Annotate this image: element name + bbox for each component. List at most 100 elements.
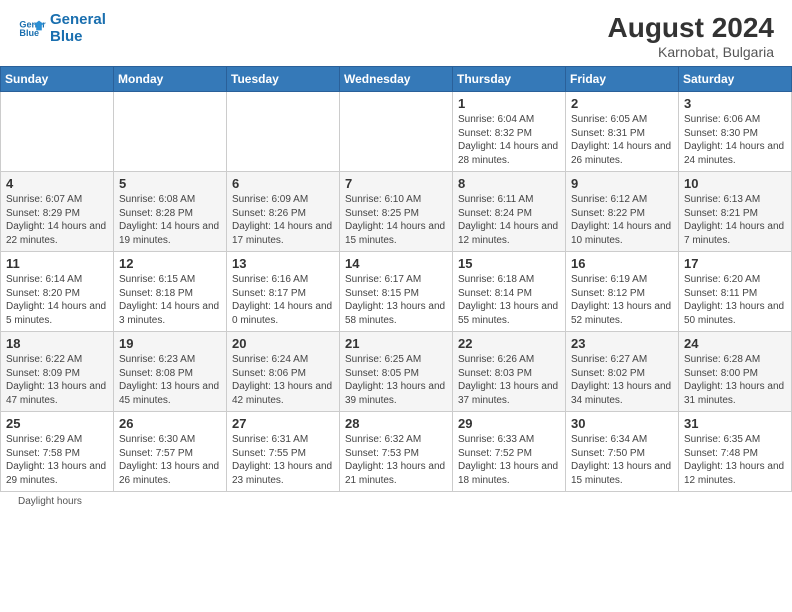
- calendar-week-row: 1 Sunrise: 6:04 AM Sunset: 8:32 PM Dayli…: [1, 92, 792, 172]
- day-of-week-header: Friday: [566, 67, 679, 92]
- calendar-day-cell: 20 Sunrise: 6:24 AM Sunset: 8:06 PM Dayl…: [227, 332, 340, 412]
- calendar-day-cell: 11 Sunrise: 6:14 AM Sunset: 8:20 PM Dayl…: [1, 252, 114, 332]
- sunset: Sunset: 8:31 PM: [571, 128, 645, 139]
- sunrise: Sunrise: 6:25 AM: [345, 354, 421, 365]
- day-info: Sunrise: 6:32 AM Sunset: 7:53 PM Dayligh…: [345, 433, 447, 487]
- day-info: Sunrise: 6:04 AM Sunset: 8:32 PM Dayligh…: [458, 113, 560, 167]
- day-info: Sunrise: 6:25 AM Sunset: 8:05 PM Dayligh…: [345, 353, 447, 407]
- day-info: Sunrise: 6:08 AM Sunset: 8:28 PM Dayligh…: [119, 193, 221, 247]
- daylight: Daylight: 13 hours and 18 minutes.: [458, 461, 558, 486]
- sunrise: Sunrise: 6:33 AM: [458, 434, 534, 445]
- calendar-day-cell: 28 Sunrise: 6:32 AM Sunset: 7:53 PM Dayl…: [340, 412, 453, 492]
- calendar-day-cell: 15 Sunrise: 6:18 AM Sunset: 8:14 PM Dayl…: [453, 252, 566, 332]
- sunrise: Sunrise: 6:35 AM: [684, 434, 760, 445]
- header: General Blue GeneralBlue August 2024 Kar…: [0, 0, 792, 66]
- day-number: 27: [232, 416, 334, 431]
- sunset: Sunset: 8:26 PM: [232, 208, 306, 219]
- sunrise: Sunrise: 6:15 AM: [119, 274, 195, 285]
- calendar-day-cell: 3 Sunrise: 6:06 AM Sunset: 8:30 PM Dayli…: [679, 92, 792, 172]
- title-block: August 2024 Karnobat, Bulgaria: [608, 12, 775, 60]
- sunrise: Sunrise: 6:16 AM: [232, 274, 308, 285]
- sunrise: Sunrise: 6:08 AM: [119, 194, 195, 205]
- calendar-day-cell: 30 Sunrise: 6:34 AM Sunset: 7:50 PM Dayl…: [566, 412, 679, 492]
- daylight: Daylight: 14 hours and 22 minutes.: [6, 221, 106, 246]
- calendar-day-cell: 16 Sunrise: 6:19 AM Sunset: 8:12 PM Dayl…: [566, 252, 679, 332]
- day-info: Sunrise: 6:10 AM Sunset: 8:25 PM Dayligh…: [345, 193, 447, 247]
- day-info: Sunrise: 6:07 AM Sunset: 8:29 PM Dayligh…: [6, 193, 108, 247]
- day-number: 15: [458, 256, 560, 271]
- day-number: 7: [345, 176, 447, 191]
- sunset: Sunset: 8:05 PM: [345, 368, 419, 379]
- daylight: Daylight: 14 hours and 10 minutes.: [571, 221, 671, 246]
- calendar-day-cell: 25 Sunrise: 6:29 AM Sunset: 7:58 PM Dayl…: [1, 412, 114, 492]
- day-info: Sunrise: 6:13 AM Sunset: 8:21 PM Dayligh…: [684, 193, 786, 247]
- sunrise: Sunrise: 6:04 AM: [458, 114, 534, 125]
- sunrise: Sunrise: 6:34 AM: [571, 434, 647, 445]
- day-number: 5: [119, 176, 221, 191]
- day-of-week-header: Monday: [114, 67, 227, 92]
- day-number: 25: [6, 416, 108, 431]
- daylight: Daylight: 13 hours and 21 minutes.: [345, 461, 445, 486]
- day-info: Sunrise: 6:06 AM Sunset: 8:30 PM Dayligh…: [684, 113, 786, 167]
- calendar-day-cell: 10 Sunrise: 6:13 AM Sunset: 8:21 PM Dayl…: [679, 172, 792, 252]
- calendar-day-cell: 6 Sunrise: 6:09 AM Sunset: 8:26 PM Dayli…: [227, 172, 340, 252]
- daylight: Daylight: 13 hours and 50 minutes.: [684, 301, 784, 326]
- calendar-day-cell: [114, 92, 227, 172]
- calendar-week-row: 4 Sunrise: 6:07 AM Sunset: 8:29 PM Dayli…: [1, 172, 792, 252]
- daylight: Daylight: 13 hours and 31 minutes.: [684, 381, 784, 406]
- day-info: Sunrise: 6:22 AM Sunset: 8:09 PM Dayligh…: [6, 353, 108, 407]
- sunset: Sunset: 8:03 PM: [458, 368, 532, 379]
- sunrise: Sunrise: 6:30 AM: [119, 434, 195, 445]
- daylight: Daylight: 14 hours and 3 minutes.: [119, 301, 219, 326]
- logo-icon: General Blue: [18, 15, 46, 43]
- calendar-day-cell: [227, 92, 340, 172]
- day-info: Sunrise: 6:28 AM Sunset: 8:00 PM Dayligh…: [684, 353, 786, 407]
- calendar-day-cell: 1 Sunrise: 6:04 AM Sunset: 8:32 PM Dayli…: [453, 92, 566, 172]
- daylight: Daylight: 13 hours and 15 minutes.: [571, 461, 671, 486]
- calendar-day-cell: 18 Sunrise: 6:22 AM Sunset: 8:09 PM Dayl…: [1, 332, 114, 412]
- calendar-day-cell: 26 Sunrise: 6:30 AM Sunset: 7:57 PM Dayl…: [114, 412, 227, 492]
- calendar-day-cell: 27 Sunrise: 6:31 AM Sunset: 7:55 PM Dayl…: [227, 412, 340, 492]
- month-year: August 2024: [608, 12, 775, 44]
- daylight: Daylight: 13 hours and 29 minutes.: [6, 461, 106, 486]
- day-info: Sunrise: 6:12 AM Sunset: 8:22 PM Dayligh…: [571, 193, 673, 247]
- day-info: Sunrise: 6:29 AM Sunset: 7:58 PM Dayligh…: [6, 433, 108, 487]
- daylight: Daylight: 14 hours and 17 minutes.: [232, 221, 332, 246]
- day-number: 9: [571, 176, 673, 191]
- sunset: Sunset: 8:22 PM: [571, 208, 645, 219]
- calendar-day-cell: 22 Sunrise: 6:26 AM Sunset: 8:03 PM Dayl…: [453, 332, 566, 412]
- daylight: Daylight: 14 hours and 24 minutes.: [684, 141, 784, 166]
- calendar-day-cell: 21 Sunrise: 6:25 AM Sunset: 8:05 PM Dayl…: [340, 332, 453, 412]
- calendar-day-cell: 19 Sunrise: 6:23 AM Sunset: 8:08 PM Dayl…: [114, 332, 227, 412]
- sunrise: Sunrise: 6:24 AM: [232, 354, 308, 365]
- location: Karnobat, Bulgaria: [608, 44, 775, 60]
- day-info: Sunrise: 6:33 AM Sunset: 7:52 PM Dayligh…: [458, 433, 560, 487]
- svg-text:Blue: Blue: [19, 28, 39, 38]
- sunrise: Sunrise: 6:17 AM: [345, 274, 421, 285]
- sunset: Sunset: 8:00 PM: [684, 368, 758, 379]
- calendar-day-cell: 24 Sunrise: 6:28 AM Sunset: 8:00 PM Dayl…: [679, 332, 792, 412]
- day-info: Sunrise: 6:17 AM Sunset: 8:15 PM Dayligh…: [345, 273, 447, 327]
- day-info: Sunrise: 6:15 AM Sunset: 8:18 PM Dayligh…: [119, 273, 221, 327]
- day-of-week-header: Tuesday: [227, 67, 340, 92]
- daylight: Daylight: 14 hours and 12 minutes.: [458, 221, 558, 246]
- day-number: 13: [232, 256, 334, 271]
- calendar-day-cell: 14 Sunrise: 6:17 AM Sunset: 8:15 PM Dayl…: [340, 252, 453, 332]
- sunrise: Sunrise: 6:20 AM: [684, 274, 760, 285]
- day-number: 12: [119, 256, 221, 271]
- sunset: Sunset: 8:06 PM: [232, 368, 306, 379]
- sunrise: Sunrise: 6:26 AM: [458, 354, 534, 365]
- calendar-day-cell: [340, 92, 453, 172]
- day-info: Sunrise: 6:05 AM Sunset: 8:31 PM Dayligh…: [571, 113, 673, 167]
- day-number: 17: [684, 256, 786, 271]
- day-number: 22: [458, 336, 560, 351]
- daylight: Daylight: 13 hours and 52 minutes.: [571, 301, 671, 326]
- daylight: Daylight: 13 hours and 37 minutes.: [458, 381, 558, 406]
- calendar-day-cell: 4 Sunrise: 6:07 AM Sunset: 8:29 PM Dayli…: [1, 172, 114, 252]
- sunset: Sunset: 7:53 PM: [345, 448, 419, 459]
- calendar-day-cell: 8 Sunrise: 6:11 AM Sunset: 8:24 PM Dayli…: [453, 172, 566, 252]
- daylight: Daylight: 14 hours and 5 minutes.: [6, 301, 106, 326]
- day-info: Sunrise: 6:19 AM Sunset: 8:12 PM Dayligh…: [571, 273, 673, 327]
- daylight: Daylight: 13 hours and 42 minutes.: [232, 381, 332, 406]
- sunrise: Sunrise: 6:09 AM: [232, 194, 308, 205]
